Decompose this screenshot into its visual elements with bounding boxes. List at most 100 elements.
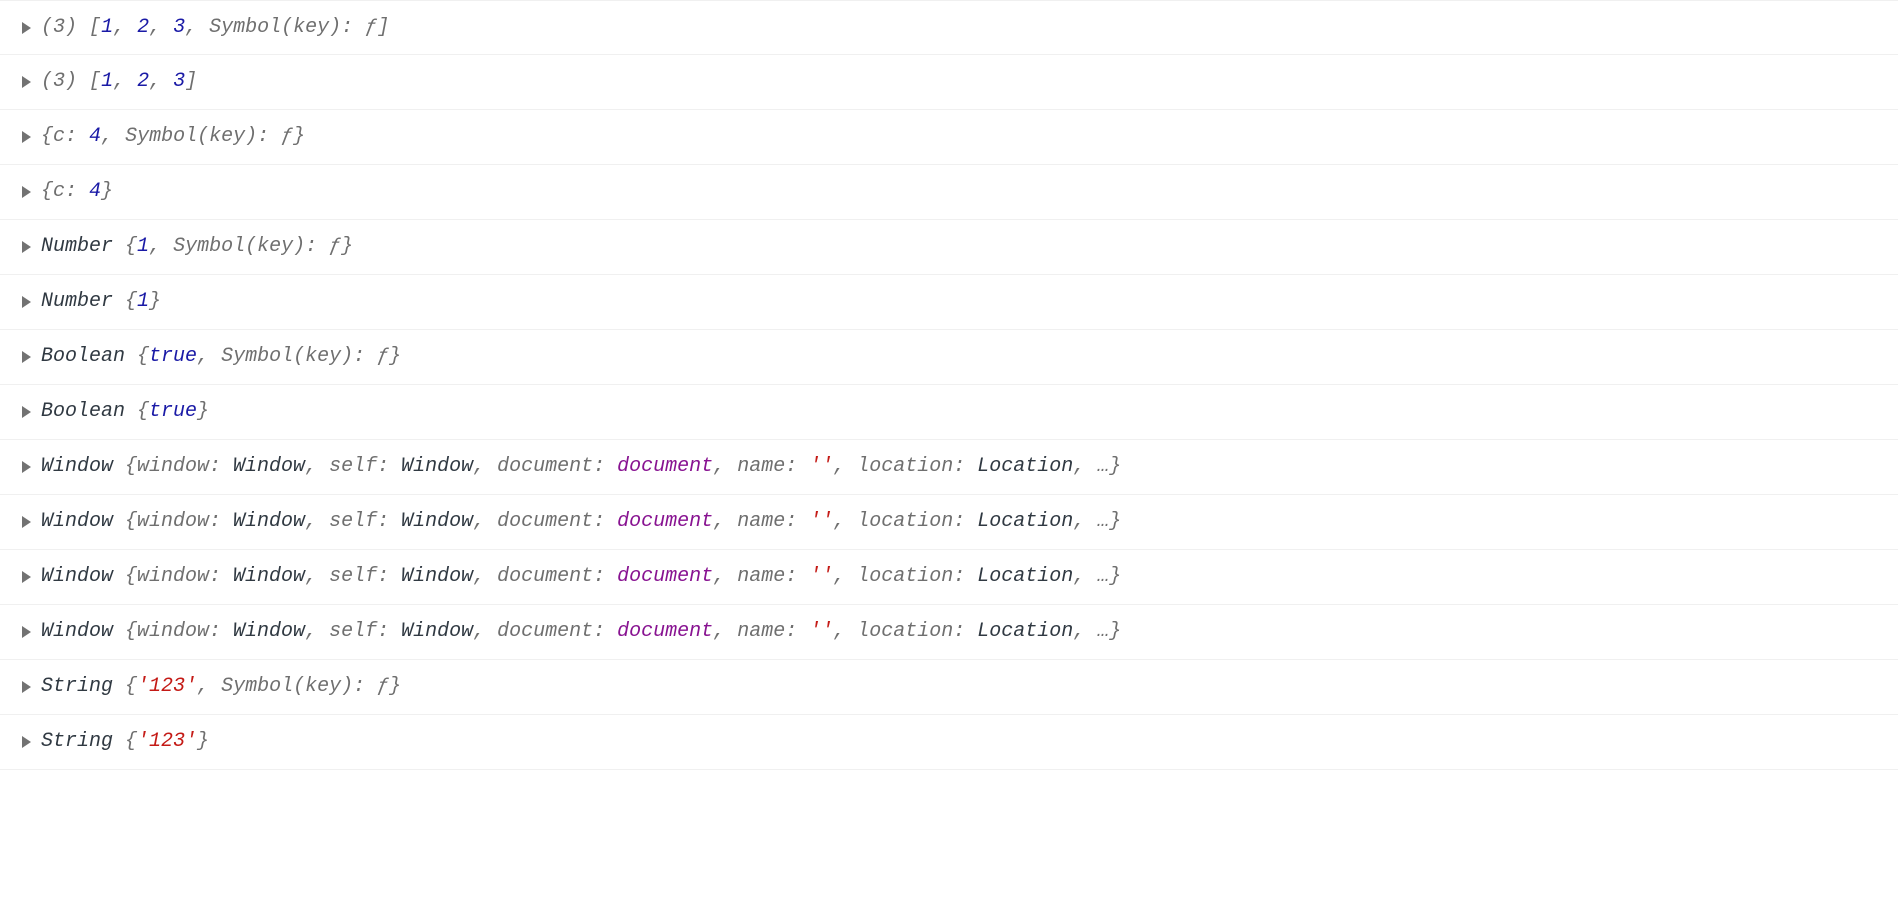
- token: location:: [857, 565, 977, 588]
- token: String: [41, 675, 125, 698]
- token: ,: [101, 125, 125, 148]
- console-row-content: (3) [1, 2, 3]: [41, 68, 197, 96]
- console-row[interactable]: Window {window: Window, self: Window, do…: [0, 605, 1898, 660]
- console-row-content: Window {window: Window, self: Window, do…: [41, 453, 1121, 481]
- token: [: [89, 70, 101, 93]
- token: Window: [401, 565, 473, 588]
- token: ,: [149, 235, 173, 258]
- console-row[interactable]: Number {1, Symbol(key): ƒ}: [0, 220, 1898, 275]
- token: 1: [137, 235, 149, 258]
- token: self:: [329, 620, 401, 643]
- console-row-content: Number {1, Symbol(key): ƒ}: [41, 233, 353, 261]
- token: ,: [149, 70, 173, 93]
- expand-arrow-icon[interactable]: [22, 626, 31, 638]
- token: String: [41, 730, 125, 753]
- expand-arrow-icon[interactable]: [22, 131, 31, 143]
- token: Symbol(key):: [209, 16, 365, 39]
- expand-arrow-icon[interactable]: [22, 22, 31, 34]
- token: document:: [497, 620, 617, 643]
- token: Location: [977, 510, 1073, 533]
- token: name:: [737, 620, 809, 643]
- token: 3: [173, 16, 185, 39]
- token: 1: [101, 70, 113, 93]
- console-row-content: String {'123', Symbol(key): ƒ}: [41, 673, 401, 701]
- token: ,: [305, 455, 329, 478]
- token: name:: [737, 510, 809, 533]
- console-row-content: Boolean {true, Symbol(key): ƒ}: [41, 343, 401, 371]
- console-row[interactable]: String {'123', Symbol(key): ƒ}: [0, 660, 1898, 715]
- token: }: [293, 125, 305, 148]
- token: }: [341, 235, 353, 258]
- expand-arrow-icon[interactable]: [22, 406, 31, 418]
- token: Window: [401, 620, 473, 643]
- console-row[interactable]: (3) [1, 2, 3]: [0, 55, 1898, 110]
- console-row[interactable]: String {'123'}: [0, 715, 1898, 770]
- token: , …}: [1073, 455, 1121, 478]
- token: true: [149, 345, 197, 368]
- token: Boolean: [41, 345, 137, 368]
- token: Symbol(key):: [221, 675, 377, 698]
- token: Window: [233, 620, 305, 643]
- token: Location: [977, 455, 1073, 478]
- token: ,: [713, 565, 737, 588]
- token: 1: [137, 290, 149, 313]
- token: document:: [497, 565, 617, 588]
- console-row-content: Boolean {true}: [41, 398, 209, 426]
- token: '123': [137, 675, 197, 698]
- token: {: [125, 510, 137, 533]
- token: ): [65, 16, 89, 39]
- expand-arrow-icon[interactable]: [22, 351, 31, 363]
- token: Window: [233, 565, 305, 588]
- token: ,: [305, 620, 329, 643]
- token: 2: [137, 70, 149, 93]
- token: '123': [137, 730, 197, 753]
- console-row[interactable]: {c: 4, Symbol(key): ƒ}: [0, 110, 1898, 165]
- expand-arrow-icon[interactable]: [22, 76, 31, 88]
- console-row[interactable]: Window {window: Window, self: Window, do…: [0, 550, 1898, 605]
- expand-arrow-icon[interactable]: [22, 571, 31, 583]
- console-row[interactable]: Window {window: Window, self: Window, do…: [0, 495, 1898, 550]
- token: }: [389, 345, 401, 368]
- token: Window: [401, 510, 473, 533]
- token: 4: [89, 125, 101, 148]
- token: Window: [41, 455, 125, 478]
- token: Location: [977, 565, 1073, 588]
- token: Window: [233, 510, 305, 533]
- token: '': [809, 455, 833, 478]
- token: self:: [329, 510, 401, 533]
- expand-arrow-icon[interactable]: [22, 736, 31, 748]
- token: location:: [857, 455, 977, 478]
- token: ,: [833, 620, 857, 643]
- token: ,: [113, 16, 137, 39]
- expand-arrow-icon[interactable]: [22, 461, 31, 473]
- token: {: [125, 565, 137, 588]
- expand-arrow-icon[interactable]: [22, 681, 31, 693]
- console-row[interactable]: (3) [1, 2, 3, Symbol(key): ƒ]: [0, 0, 1898, 55]
- token: ]: [185, 70, 197, 93]
- token: '': [809, 510, 833, 533]
- expand-arrow-icon[interactable]: [22, 296, 31, 308]
- token: Location: [977, 620, 1073, 643]
- console-output: (3) [1, 2, 3, Symbol(key): ƒ] (3) [1, 2, …: [0, 0, 1898, 770]
- token: window:: [137, 455, 233, 478]
- token: ,: [833, 510, 857, 533]
- token: window:: [137, 510, 233, 533]
- console-row-content: Window {window: Window, self: Window, do…: [41, 618, 1121, 646]
- console-row[interactable]: Window {window: Window, self: Window, do…: [0, 440, 1898, 495]
- token: ,: [149, 16, 173, 39]
- token: location:: [857, 620, 977, 643]
- expand-arrow-icon[interactable]: [22, 516, 31, 528]
- expand-arrow-icon[interactable]: [22, 186, 31, 198]
- token: true: [149, 400, 197, 423]
- console-row[interactable]: Boolean {true, Symbol(key): ƒ}: [0, 330, 1898, 385]
- token: 2: [137, 16, 149, 39]
- token: Symbol(key):: [221, 345, 377, 368]
- token: ,: [473, 510, 497, 533]
- console-row[interactable]: Boolean {true}: [0, 385, 1898, 440]
- token: ,: [473, 620, 497, 643]
- token: document: [617, 455, 713, 478]
- expand-arrow-icon[interactable]: [22, 241, 31, 253]
- console-row[interactable]: {c: 4}: [0, 165, 1898, 220]
- console-row[interactable]: Number {1}: [0, 275, 1898, 330]
- token: [: [89, 16, 101, 39]
